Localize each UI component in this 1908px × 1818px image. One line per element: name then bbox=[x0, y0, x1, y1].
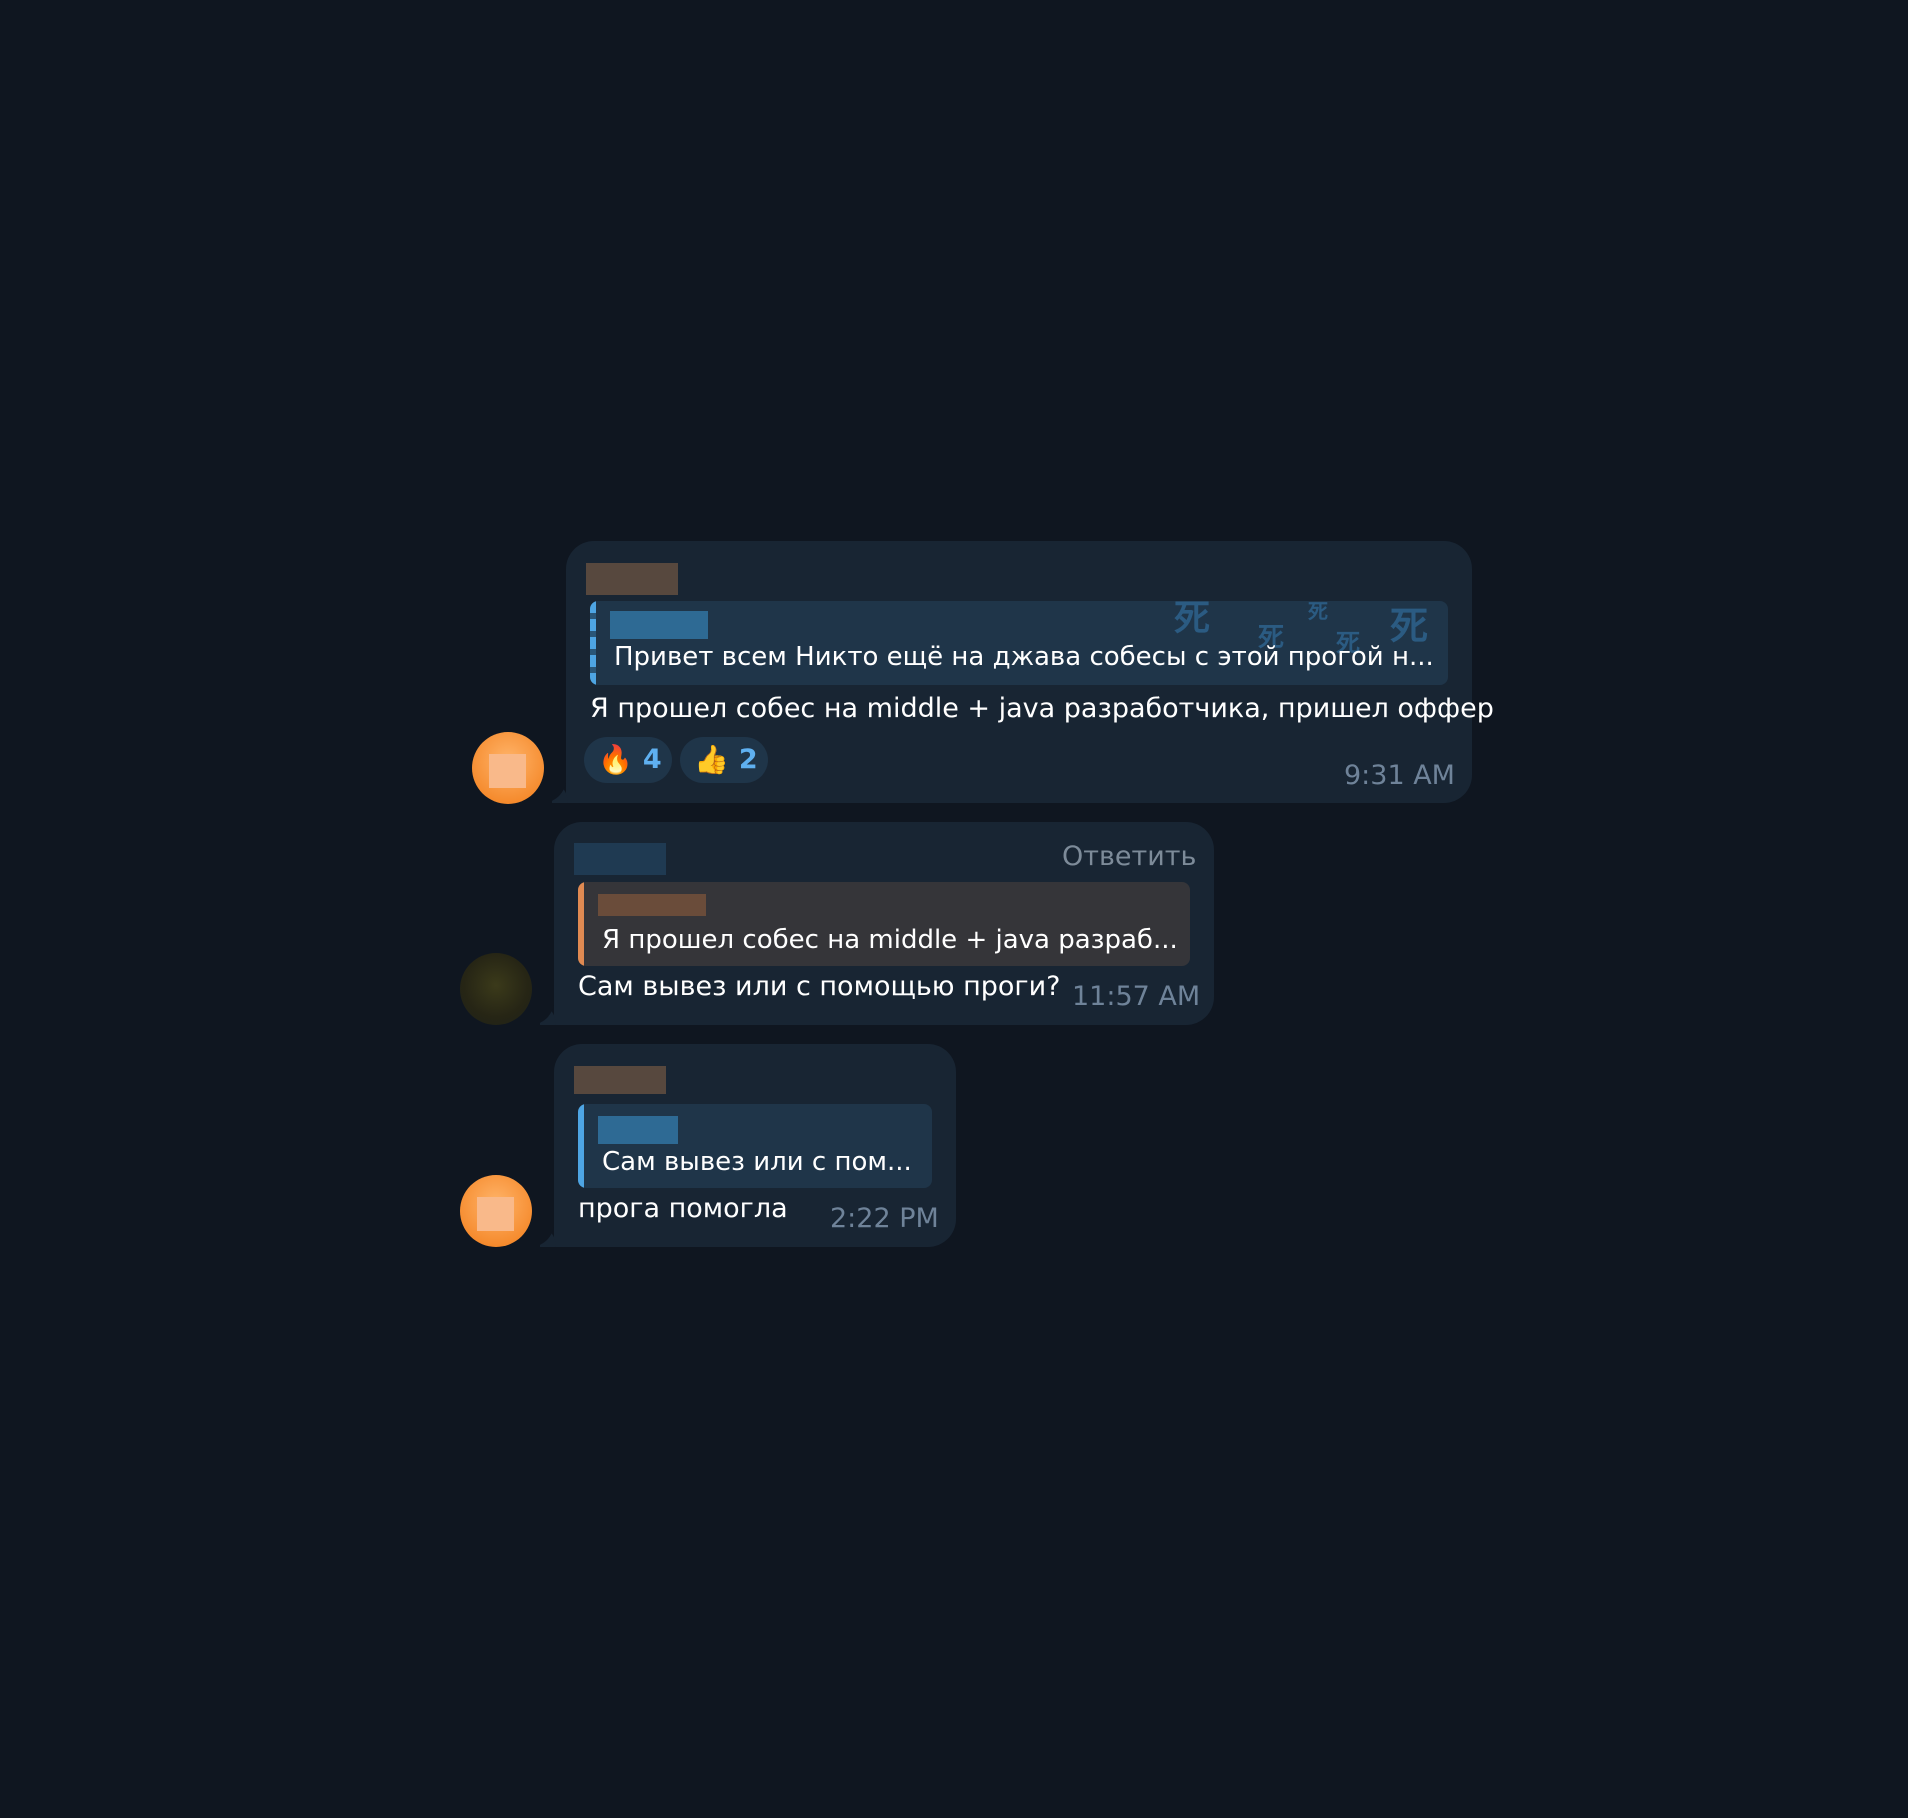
quote-author-redacted bbox=[598, 894, 706, 916]
message-text: Я прошел собес на middle + java разработ… bbox=[590, 693, 1494, 724]
message-bubble-2[interactable]: Ответить Я прошел собес на middle + java… bbox=[540, 822, 1214, 1025]
message-bubble-3[interactable]: Сам вывез или с пом... прога помогла 2:2… bbox=[540, 1044, 956, 1247]
quote-accent-bar bbox=[578, 882, 584, 966]
message-text: прога помогла bbox=[578, 1193, 788, 1224]
bubble-tail bbox=[540, 1227, 556, 1247]
reply-link[interactable]: Ответить bbox=[1062, 840, 1196, 874]
message-time: 11:57 AM bbox=[1072, 981, 1201, 1012]
reaction-fire[interactable]: 🔥 4 bbox=[584, 737, 672, 783]
quote-decoration-glyph: 死 bbox=[1308, 601, 1328, 623]
quote-text: Сам вывез или с пом... bbox=[602, 1147, 912, 1177]
message-time: 2:22 PM bbox=[830, 1203, 939, 1234]
reaction-thumbs-up[interactable]: 👍 2 bbox=[680, 737, 768, 783]
sender-avatar[interactable] bbox=[460, 953, 532, 1025]
fire-icon: 🔥 bbox=[598, 743, 633, 776]
message-bubble-1[interactable]: 死 死 死 死 死 Привет всем Никто ещё на джава… bbox=[552, 541, 1494, 803]
quote-accent-bar bbox=[578, 1104, 584, 1188]
sender-avatar[interactable] bbox=[472, 732, 544, 804]
sender-name-redacted[interactable] bbox=[574, 843, 666, 875]
thumbs-up-icon: 👍 bbox=[694, 743, 729, 776]
reply-quote[interactable]: 死 死 死 死 死 Привет всем Никто ещё на джава… bbox=[590, 601, 1448, 685]
reply-quote[interactable]: Сам вывез или с пом... bbox=[578, 1104, 932, 1188]
bubble-tail bbox=[540, 1005, 556, 1025]
sender-name-redacted[interactable] bbox=[574, 1066, 666, 1094]
message-time: 9:31 AM bbox=[1344, 760, 1455, 791]
reply-quote[interactable]: Я прошел собес на middle + java разраб..… bbox=[578, 882, 1190, 966]
avatar-redaction bbox=[489, 754, 526, 788]
quote-decoration-glyph: 死 bbox=[1390, 604, 1429, 648]
quote-author-redacted bbox=[598, 1116, 678, 1144]
message-text: Сам вывез или с помощью проги? bbox=[578, 971, 1061, 1002]
quote-author-redacted bbox=[610, 611, 708, 639]
quote-accent-bar bbox=[590, 601, 596, 685]
bubble-tail bbox=[552, 783, 568, 803]
reaction-count: 2 bbox=[738, 744, 758, 775]
sender-name-redacted[interactable] bbox=[586, 563, 678, 595]
quote-text: Я прошел собес на middle + java разраб..… bbox=[602, 925, 1178, 955]
quote-decoration-glyph: 死 bbox=[1174, 601, 1211, 639]
quote-text: Привет всем Никто ещё на джава собесы с … bbox=[614, 642, 1434, 672]
sender-avatar[interactable] bbox=[460, 1175, 532, 1247]
avatar-redaction bbox=[477, 1197, 514, 1231]
reaction-count: 4 bbox=[642, 744, 662, 775]
